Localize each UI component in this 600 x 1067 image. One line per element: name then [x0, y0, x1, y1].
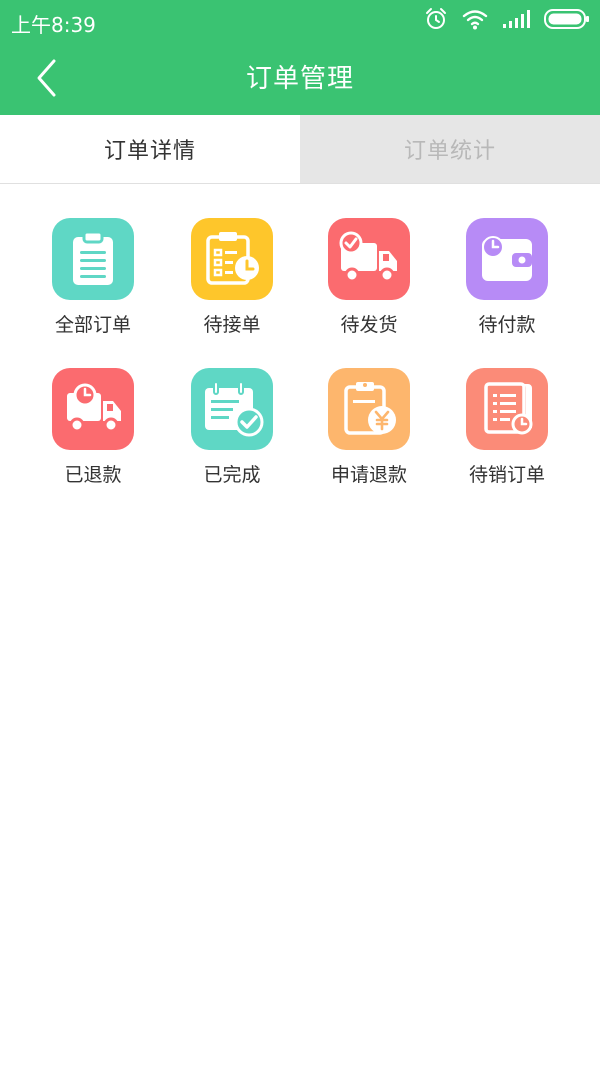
- alarm-icon: [424, 7, 448, 35]
- page-title: 订单管理: [245, 64, 354, 94]
- status-bar: 上午8:39: [0, 0, 600, 44]
- nav-bar: 订单管理: [0, 44, 600, 115]
- grid-item-label: 已退款: [64, 464, 122, 486]
- grid-item-label: 已完成: [203, 464, 261, 486]
- clipboard-yen-icon: [328, 368, 410, 450]
- wallet-clock-icon: [466, 218, 548, 300]
- battery-icon: [544, 8, 590, 34]
- calendar-check-icon: [191, 368, 273, 450]
- grid-item-label: 待付款: [478, 314, 536, 336]
- tab-order-statistics[interactable]: 订单统计: [300, 115, 600, 183]
- grid-item-refund-request[interactable]: 申请退款: [309, 368, 429, 487]
- grid-item-pending-cancellation[interactable]: 待销订单: [447, 368, 567, 487]
- grid-item-pending-acceptance[interactable]: 待接单: [172, 218, 292, 337]
- receipt-clock-icon: [466, 368, 548, 450]
- truck-check-icon: [328, 218, 410, 300]
- status-icons: [424, 8, 590, 34]
- grid-item-pending-payment[interactable]: 待付款: [447, 218, 567, 337]
- grid-item-all-orders[interactable]: 全部订单: [33, 218, 153, 337]
- grid-item-completed[interactable]: 已完成: [172, 368, 292, 487]
- tab-order-details[interactable]: 订单详情: [0, 115, 300, 183]
- grid-item-label: 全部订单: [54, 314, 131, 336]
- header-bar: 上午8:39 订单管理: [0, 0, 600, 115]
- grid-item-refunded[interactable]: 已退款: [33, 368, 153, 487]
- status-time: 上午8:39: [11, 13, 96, 37]
- grid-item-label: 待发货: [340, 314, 398, 336]
- wifi-icon: [462, 8, 488, 34]
- grid-item-label: 申请退款: [330, 464, 407, 486]
- signal-icon: [502, 9, 530, 33]
- tab-bar: 订单详情 订单统计: [0, 115, 600, 184]
- clipboard-clock-icon: [191, 218, 273, 300]
- truck-clock-icon: [52, 368, 134, 450]
- clipboard-icon: [52, 218, 134, 300]
- grid-item-label: 待接单: [203, 314, 261, 336]
- grid-item-label: 待销订单: [468, 464, 545, 486]
- grid-item-pending-shipment[interactable]: 待发货: [309, 218, 429, 337]
